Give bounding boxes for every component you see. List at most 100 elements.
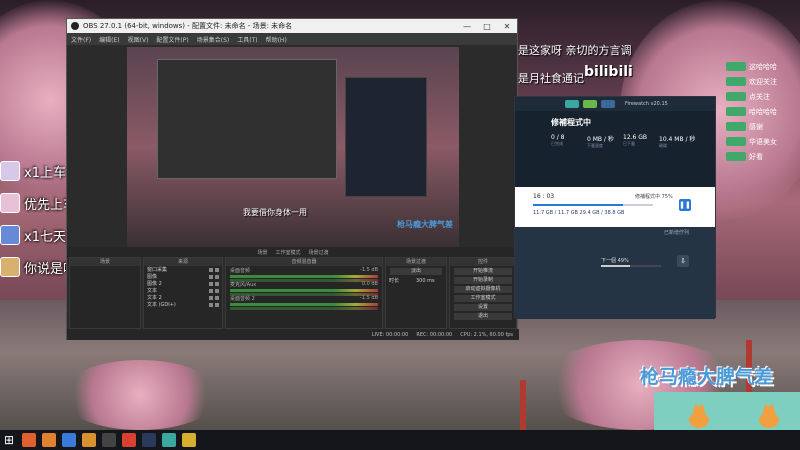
duration-row: 时长 300 ms — [386, 277, 446, 285]
duration-input[interactable]: 300 ms — [416, 278, 443, 284]
tab-icon[interactable] — [601, 100, 615, 108]
app-icon[interactable] — [82, 433, 97, 447]
stat-downloaded: 12.6 GB 已下載 — [623, 134, 648, 146]
nested-downloader-window — [345, 77, 427, 197]
lock-icon[interactable] — [215, 295, 219, 300]
dock-title: 控件 — [450, 258, 516, 266]
eye-icon[interactable] — [209, 274, 213, 279]
preview-banner: 枪马瘾大脾气差 — [397, 220, 453, 229]
obs-title-bar[interactable]: OBS 27.0.1 (64-bit, windows) - 配置文件: 未命名… — [67, 19, 517, 33]
duration-label: 时长 — [389, 278, 400, 284]
menu-profile[interactable]: 配置文件(P) — [156, 35, 188, 44]
browser-icon[interactable] — [22, 433, 37, 447]
sources-dock: 来源 窗口采集 图像 图像 2 文本 文本 2 文本 (GDI+) — [143, 257, 223, 329]
steam-icon[interactable] — [142, 433, 157, 447]
dock-title: 音频混音器 — [226, 258, 382, 266]
studio-mode-button[interactable]: 工作室模式 — [454, 295, 512, 302]
download-button[interactable]: ⇩ — [677, 255, 689, 267]
lock-icon[interactable] — [215, 267, 219, 272]
game-icon[interactable] — [182, 433, 197, 447]
source-item[interactable]: 文本 2 — [144, 294, 222, 301]
menu-edit[interactable]: 编辑(E) — [99, 35, 119, 44]
volume-meter — [230, 303, 378, 306]
source-item[interactable]: 文本 (GDI+) — [144, 301, 222, 308]
bilibili-logo: bilibili — [584, 64, 633, 80]
eye-icon[interactable] — [209, 295, 213, 300]
cherry-tree-bottom-left — [60, 360, 220, 430]
level-badge — [726, 107, 746, 116]
lock-icon[interactable] — [215, 274, 219, 279]
settings-button[interactable]: 设置 — [454, 304, 512, 311]
menu-scene-collection[interactable]: 场景集合(S) — [197, 35, 230, 44]
scene-bar-label[interactable]: 场景过渡 — [309, 249, 329, 256]
menu-help[interactable]: 帮助(H) — [266, 35, 287, 44]
avatar — [0, 225, 20, 245]
stat-completed: 0 / 8 已完成 — [551, 134, 565, 146]
preview-caption: 我要借你身体一用 — [243, 208, 307, 217]
cat-icon — [689, 403, 709, 428]
start-icon[interactable]: ⊞ — [4, 433, 14, 447]
download-queue: 已新增佇列 下一個 49% ⇩ — [515, 227, 715, 319]
menu-view[interactable]: 视图(V) — [128, 35, 149, 44]
start-recording-button[interactable]: 开始录制 — [454, 277, 512, 284]
level-badge — [726, 122, 746, 131]
close-button[interactable]: ✕ — [497, 22, 517, 31]
scenes-dock: 场景 — [69, 257, 141, 329]
minimize-button[interactable]: — — [457, 22, 477, 31]
avatar — [0, 161, 20, 181]
start-streaming-button[interactable]: 开始推流 — [454, 268, 512, 275]
obs-window[interactable]: OBS 27.0.1 (64-bit, windows) - 配置文件: 未命名… — [66, 18, 519, 340]
chat-message-text: x1上车 — [24, 165, 66, 181]
menu-tools[interactable]: 工具(T) — [237, 35, 257, 44]
source-item[interactable]: 文本 — [144, 287, 222, 294]
live-timer: LIVE: 00:00:00 — [371, 331, 409, 338]
volume-slider[interactable] — [230, 279, 378, 282]
eye-icon[interactable] — [209, 267, 213, 272]
source-item[interactable]: 图像 — [144, 273, 222, 280]
stream-banner-text: 枪马瘾大脾气差 — [640, 366, 774, 388]
obs-menu-bar: 文件(F) 编辑(E) 视图(V) 配置文件(P) 场景集合(S) 工具(T) … — [67, 33, 517, 45]
level-badge — [726, 137, 746, 146]
maximize-button[interactable]: □ — [477, 22, 497, 31]
firefox-icon[interactable] — [42, 433, 57, 447]
eye-icon[interactable] — [209, 281, 213, 286]
obs-preview-canvas[interactable]: 我要借你身体一用 枪马瘾大脾气差 — [127, 47, 459, 247]
menu-file[interactable]: 文件(F) — [71, 35, 91, 44]
tab-icon[interactable] — [565, 100, 579, 108]
active-download-item[interactable]: 16 : 03 修補程式中 75% 11.7 GB / 11.7 GB 29.4… — [515, 187, 715, 227]
source-item[interactable]: 图像 2 — [144, 280, 222, 287]
obs-icon[interactable] — [102, 433, 117, 447]
folder-icon[interactable] — [62, 433, 77, 447]
tab-icon[interactable] — [583, 100, 597, 108]
pause-button[interactable]: ❚❚ — [679, 199, 691, 211]
chrome-icon[interactable] — [122, 433, 137, 447]
list-item: 这哈哈哈 — [726, 60, 800, 73]
lock-icon[interactable] — [215, 288, 219, 293]
scene-bar-label[interactable]: 场景 — [257, 249, 267, 256]
list-item: 点关注 — [726, 90, 800, 103]
downloader-icon[interactable] — [162, 433, 177, 447]
exit-button[interactable]: 退出 — [454, 313, 512, 320]
source-item[interactable]: 窗口采集 — [144, 266, 222, 273]
transition-select[interactable]: 淡出 — [390, 268, 442, 275]
level-badge — [726, 152, 746, 161]
dock-title: 场景 — [70, 258, 140, 266]
lock-icon[interactable] — [215, 302, 219, 307]
stat-disk: 10.4 MB / 秒磁碟 — [659, 136, 696, 148]
queue-item-label: 下一個 49% — [601, 258, 629, 264]
mixer-track: 麦克风/Aux 0.0 dB — [226, 280, 382, 296]
eye-icon[interactable] — [209, 302, 213, 307]
volume-slider[interactable] — [230, 293, 378, 296]
audio-mixer-dock: 音频混音器 桌面音频 -1.5 dB 麦克风/Aux 0.0 dB 桌面音频 2 -1… — [225, 257, 383, 329]
scene-bar-label[interactable]: 工作室模式 — [275, 249, 300, 256]
downloader-top-bar: Firewatch v20.15 — [515, 97, 715, 111]
list-item: 感谢 — [726, 120, 800, 133]
volume-slider[interactable] — [230, 307, 378, 310]
obs-status-bar: LIVE: 00:00:00 REC: 00:00:00 CPU: 2.1%, … — [67, 329, 519, 340]
list-item: 欢迎关注 — [726, 75, 800, 88]
windows-taskbar: ⊞ — [0, 430, 800, 450]
download-manager-window[interactable]: Firewatch v20.15 修補程式中 0 / 8 已完成 0 MB / 秒… — [514, 96, 716, 319]
eye-icon[interactable] — [209, 288, 213, 293]
virtual-camera-button[interactable]: 启动虚拟摄像机 — [454, 286, 512, 293]
lock-icon[interactable] — [215, 281, 219, 286]
